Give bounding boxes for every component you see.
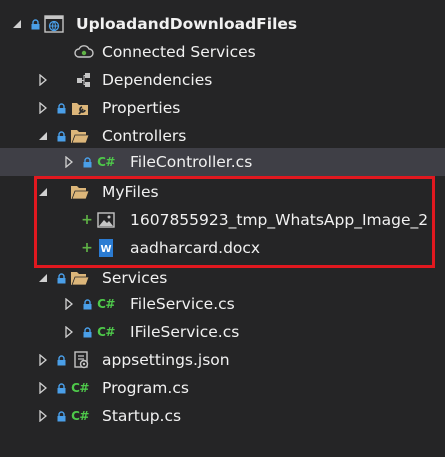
lock-icon	[82, 318, 92, 346]
dependencies-label: Dependencies	[102, 71, 213, 89]
word-glyph: W	[100, 244, 111, 255]
added-plus-icon: +	[81, 212, 93, 228]
expanded-arrow-icon[interactable]	[36, 122, 50, 150]
tree-row-connected-services[interactable]: Connected Services	[0, 38, 445, 66]
web-project-icon	[44, 10, 64, 38]
json-settings-icon	[72, 346, 92, 374]
collapsed-arrow-icon[interactable]	[36, 374, 50, 402]
services-label: Services	[102, 269, 168, 287]
lock-icon	[56, 374, 66, 402]
tree-row-file-service[interactable]: C# FileService.cs	[0, 290, 445, 318]
tree-row-dependencies[interactable]: Dependencies	[0, 66, 445, 94]
csharp-file-icon: C#	[71, 381, 89, 395]
properties-label: Properties	[102, 99, 181, 117]
startup-label: Startup.cs	[102, 407, 182, 425]
collapsed-arrow-icon[interactable]	[62, 290, 76, 318]
expanded-arrow-icon[interactable]	[10, 10, 24, 38]
docx-file-label: aadharcard.docx	[130, 239, 261, 257]
dependencies-icon	[74, 66, 94, 94]
collapsed-arrow-icon[interactable]	[36, 94, 50, 122]
properties-wrench-icon	[70, 94, 90, 122]
tree-row-file-controller[interactable]: C# FileController.cs	[0, 148, 445, 176]
collapsed-arrow-icon[interactable]	[36, 402, 50, 430]
tree-row-services[interactable]: Services	[0, 264, 445, 292]
collapsed-arrow-icon[interactable]	[62, 318, 76, 346]
csharp-file-icon: C#	[97, 325, 115, 339]
ifile-service-label: IFileService.cs	[130, 323, 240, 341]
tree-row-project[interactable]: UploadandDownloadFiles	[0, 10, 445, 38]
csharp-file-icon: C#	[97, 297, 115, 311]
connected-services-icon	[74, 38, 94, 66]
tree-row-startup[interactable]: C# Startup.cs	[0, 402, 445, 430]
open-folder-icon	[70, 122, 90, 150]
program-label: Program.cs	[102, 379, 189, 397]
controllers-label: Controllers	[102, 127, 187, 145]
tree-row-ifile-service[interactable]: C# IFileService.cs	[0, 318, 445, 346]
tree-row-properties[interactable]: Properties	[0, 94, 445, 122]
word-file-icon: W	[96, 234, 116, 262]
open-folder-icon	[70, 264, 90, 292]
lock-icon	[82, 148, 92, 176]
collapsed-arrow-icon[interactable]	[62, 148, 76, 176]
collapsed-arrow-icon[interactable]	[36, 346, 50, 374]
appsettings-label: appsettings.json	[102, 351, 230, 369]
lock-icon	[56, 346, 66, 374]
project-label: UploadandDownloadFiles	[76, 15, 298, 33]
connected-services-label: Connected Services	[102, 43, 256, 61]
csharp-file-icon: C#	[71, 409, 89, 423]
lock-icon	[56, 122, 66, 150]
myfiles-label: MyFiles	[102, 183, 159, 201]
open-folder-icon	[70, 178, 90, 206]
added-plus-icon: +	[81, 240, 93, 256]
file-service-label: FileService.cs	[130, 295, 235, 313]
lock-icon	[30, 10, 40, 38]
lock-icon	[56, 402, 66, 430]
collapsed-arrow-icon[interactable]	[36, 66, 50, 94]
lock-icon	[56, 94, 66, 122]
tree-row-controllers[interactable]: Controllers	[0, 122, 445, 150]
lock-icon	[82, 290, 92, 318]
tree-row-image-file[interactable]: + 1607855923_tmp_WhatsApp_Image_2	[0, 206, 445, 234]
expanded-arrow-icon[interactable]	[36, 264, 50, 292]
image-file-label: 1607855923_tmp_WhatsApp_Image_2	[130, 211, 429, 229]
csharp-file-icon: C#	[97, 155, 115, 169]
solution-explorer-tree: UploadandDownloadFiles Connected Service…	[0, 0, 445, 457]
tree-row-docx-file[interactable]: + W aadharcard.docx	[0, 234, 445, 262]
expanded-arrow-icon[interactable]	[36, 178, 50, 206]
file-controller-label: FileController.cs	[130, 153, 253, 171]
tree-row-program[interactable]: C# Program.cs	[0, 374, 445, 402]
tree-row-appsettings[interactable]: appsettings.json	[0, 346, 445, 374]
tree-row-myfiles[interactable]: MyFiles	[0, 178, 445, 206]
lock-icon	[56, 264, 66, 292]
image-file-icon	[96, 206, 116, 234]
